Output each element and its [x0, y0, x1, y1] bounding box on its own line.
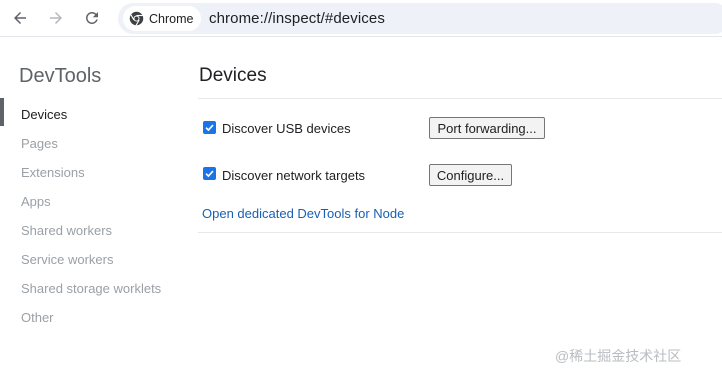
chrome-logo-icon: [129, 11, 144, 26]
section-divider: [198, 232, 722, 233]
configure-button[interactable]: Configure...: [429, 164, 512, 186]
page-title: Devices: [199, 65, 267, 86]
active-item-indicator: [0, 98, 4, 126]
checkmark-icon: [205, 124, 214, 132]
forward-button[interactable]: [44, 6, 68, 30]
main-panel: Devices Discover USB devices Port forwar…: [198, 37, 722, 369]
sidebar-item-devices[interactable]: Devices: [21, 107, 67, 122]
reload-button[interactable]: [80, 6, 104, 30]
discover-network-label: Discover network targets: [222, 168, 366, 183]
discover-network-checkbox[interactable]: [203, 167, 216, 180]
sidebar-item-service-workers[interactable]: Service workers: [21, 252, 113, 267]
arrow-right-icon: [50, 12, 62, 24]
discover-usb-checkbox[interactable]: [203, 121, 216, 134]
checkmark-icon: [205, 170, 214, 178]
sidebar-item-other[interactable]: Other: [21, 310, 54, 325]
discover-usb-label: Discover USB devices: [222, 121, 351, 136]
open-node-devtools-link[interactable]: Open dedicated DevTools for Node: [202, 206, 404, 221]
back-button[interactable]: [8, 6, 32, 30]
site-info-chip[interactable]: Chrome: [123, 6, 201, 31]
sidebar: DevTools Devices Pages Extensions Apps S…: [0, 37, 180, 369]
url-text[interactable]: chrome://inspect/#devices: [209, 10, 385, 27]
watermark: @稀土掘金技术社区: [555, 348, 682, 364]
sidebar-item-extensions[interactable]: Extensions: [21, 165, 85, 180]
reload-icon: [85, 11, 98, 24]
browser-toolbar: Chrome chrome://inspect/#devices: [0, 0, 722, 37]
site-chip-label: Chrome: [149, 11, 194, 26]
address-bar[interactable]: Chrome chrome://inspect/#devices: [118, 3, 722, 34]
sidebar-title: DevTools: [19, 65, 102, 87]
sidebar-item-apps[interactable]: Apps: [21, 194, 51, 209]
title-divider: [198, 98, 722, 99]
port-forwarding-button[interactable]: Port forwarding...: [429, 117, 545, 139]
sidebar-item-pages[interactable]: Pages: [21, 136, 58, 151]
sidebar-item-shared-workers[interactable]: Shared workers: [21, 223, 112, 238]
arrow-left-icon: [14, 12, 26, 24]
sidebar-item-shared-storage-worklets[interactable]: Shared storage worklets: [21, 281, 161, 296]
